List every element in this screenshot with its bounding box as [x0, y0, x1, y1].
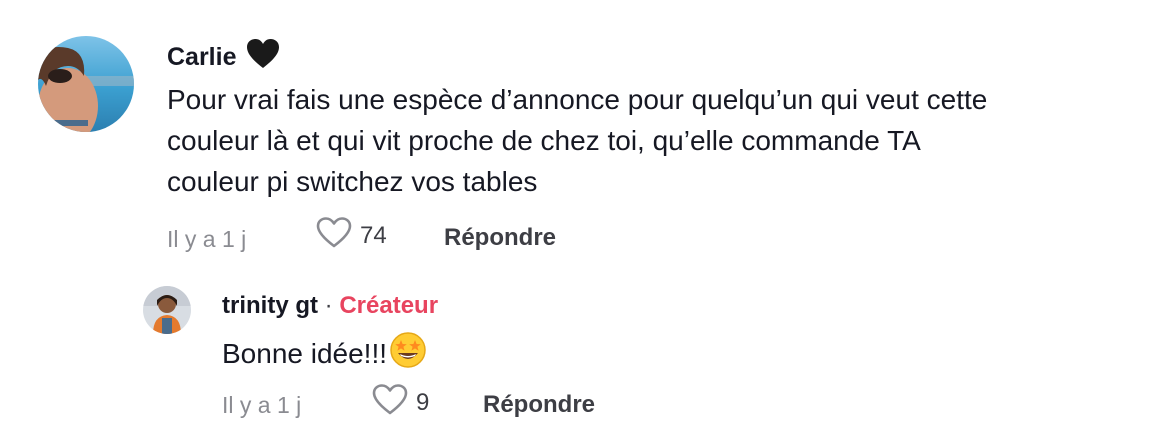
reply-author-line: trinity gt · Créateur	[222, 290, 438, 322]
comment-thread: Carlie Pour vrai fais une espèce d’annon…	[0, 0, 1162, 434]
reply-text: Bonne idée!!!	[222, 331, 427, 380]
reply-text-content: Bonne idée!!!	[222, 337, 388, 369]
comment-text-line: Pour vrai fais une espèce d’annonce pour…	[167, 84, 988, 115]
heart-outline-icon	[316, 216, 352, 256]
comment-text: Pour vrai fais une espèce d’annonce pour…	[167, 79, 987, 202]
reply-button[interactable]: Répondre	[483, 389, 595, 421]
comment-text-line: couleur pi switchez vos tables	[167, 166, 538, 197]
like-count: 74	[360, 222, 387, 249]
reply-timestamp: Il y a 1 j	[222, 392, 302, 418]
comment-author[interactable]: Carlie	[167, 38, 280, 79]
reply-button[interactable]: Répondre	[444, 222, 556, 254]
like-button[interactable]: 74	[316, 216, 387, 256]
comment-text-line: couleur là et qui vit proche de chez toi…	[167, 125, 921, 156]
like-button[interactable]: 9	[372, 383, 430, 423]
creator-badge: Créateur	[339, 292, 439, 319]
black-heart-icon	[246, 38, 280, 79]
heart-outline-icon	[372, 383, 408, 423]
star-struck-emoji-icon	[389, 331, 427, 380]
reply-author[interactable]: trinity gt	[222, 292, 318, 319]
avatar[interactable]	[143, 286, 191, 334]
like-count: 9	[416, 389, 430, 416]
avatar[interactable]	[38, 36, 134, 132]
separator: ·	[324, 292, 333, 319]
comment-timestamp: Il y a 1 j	[167, 226, 247, 252]
